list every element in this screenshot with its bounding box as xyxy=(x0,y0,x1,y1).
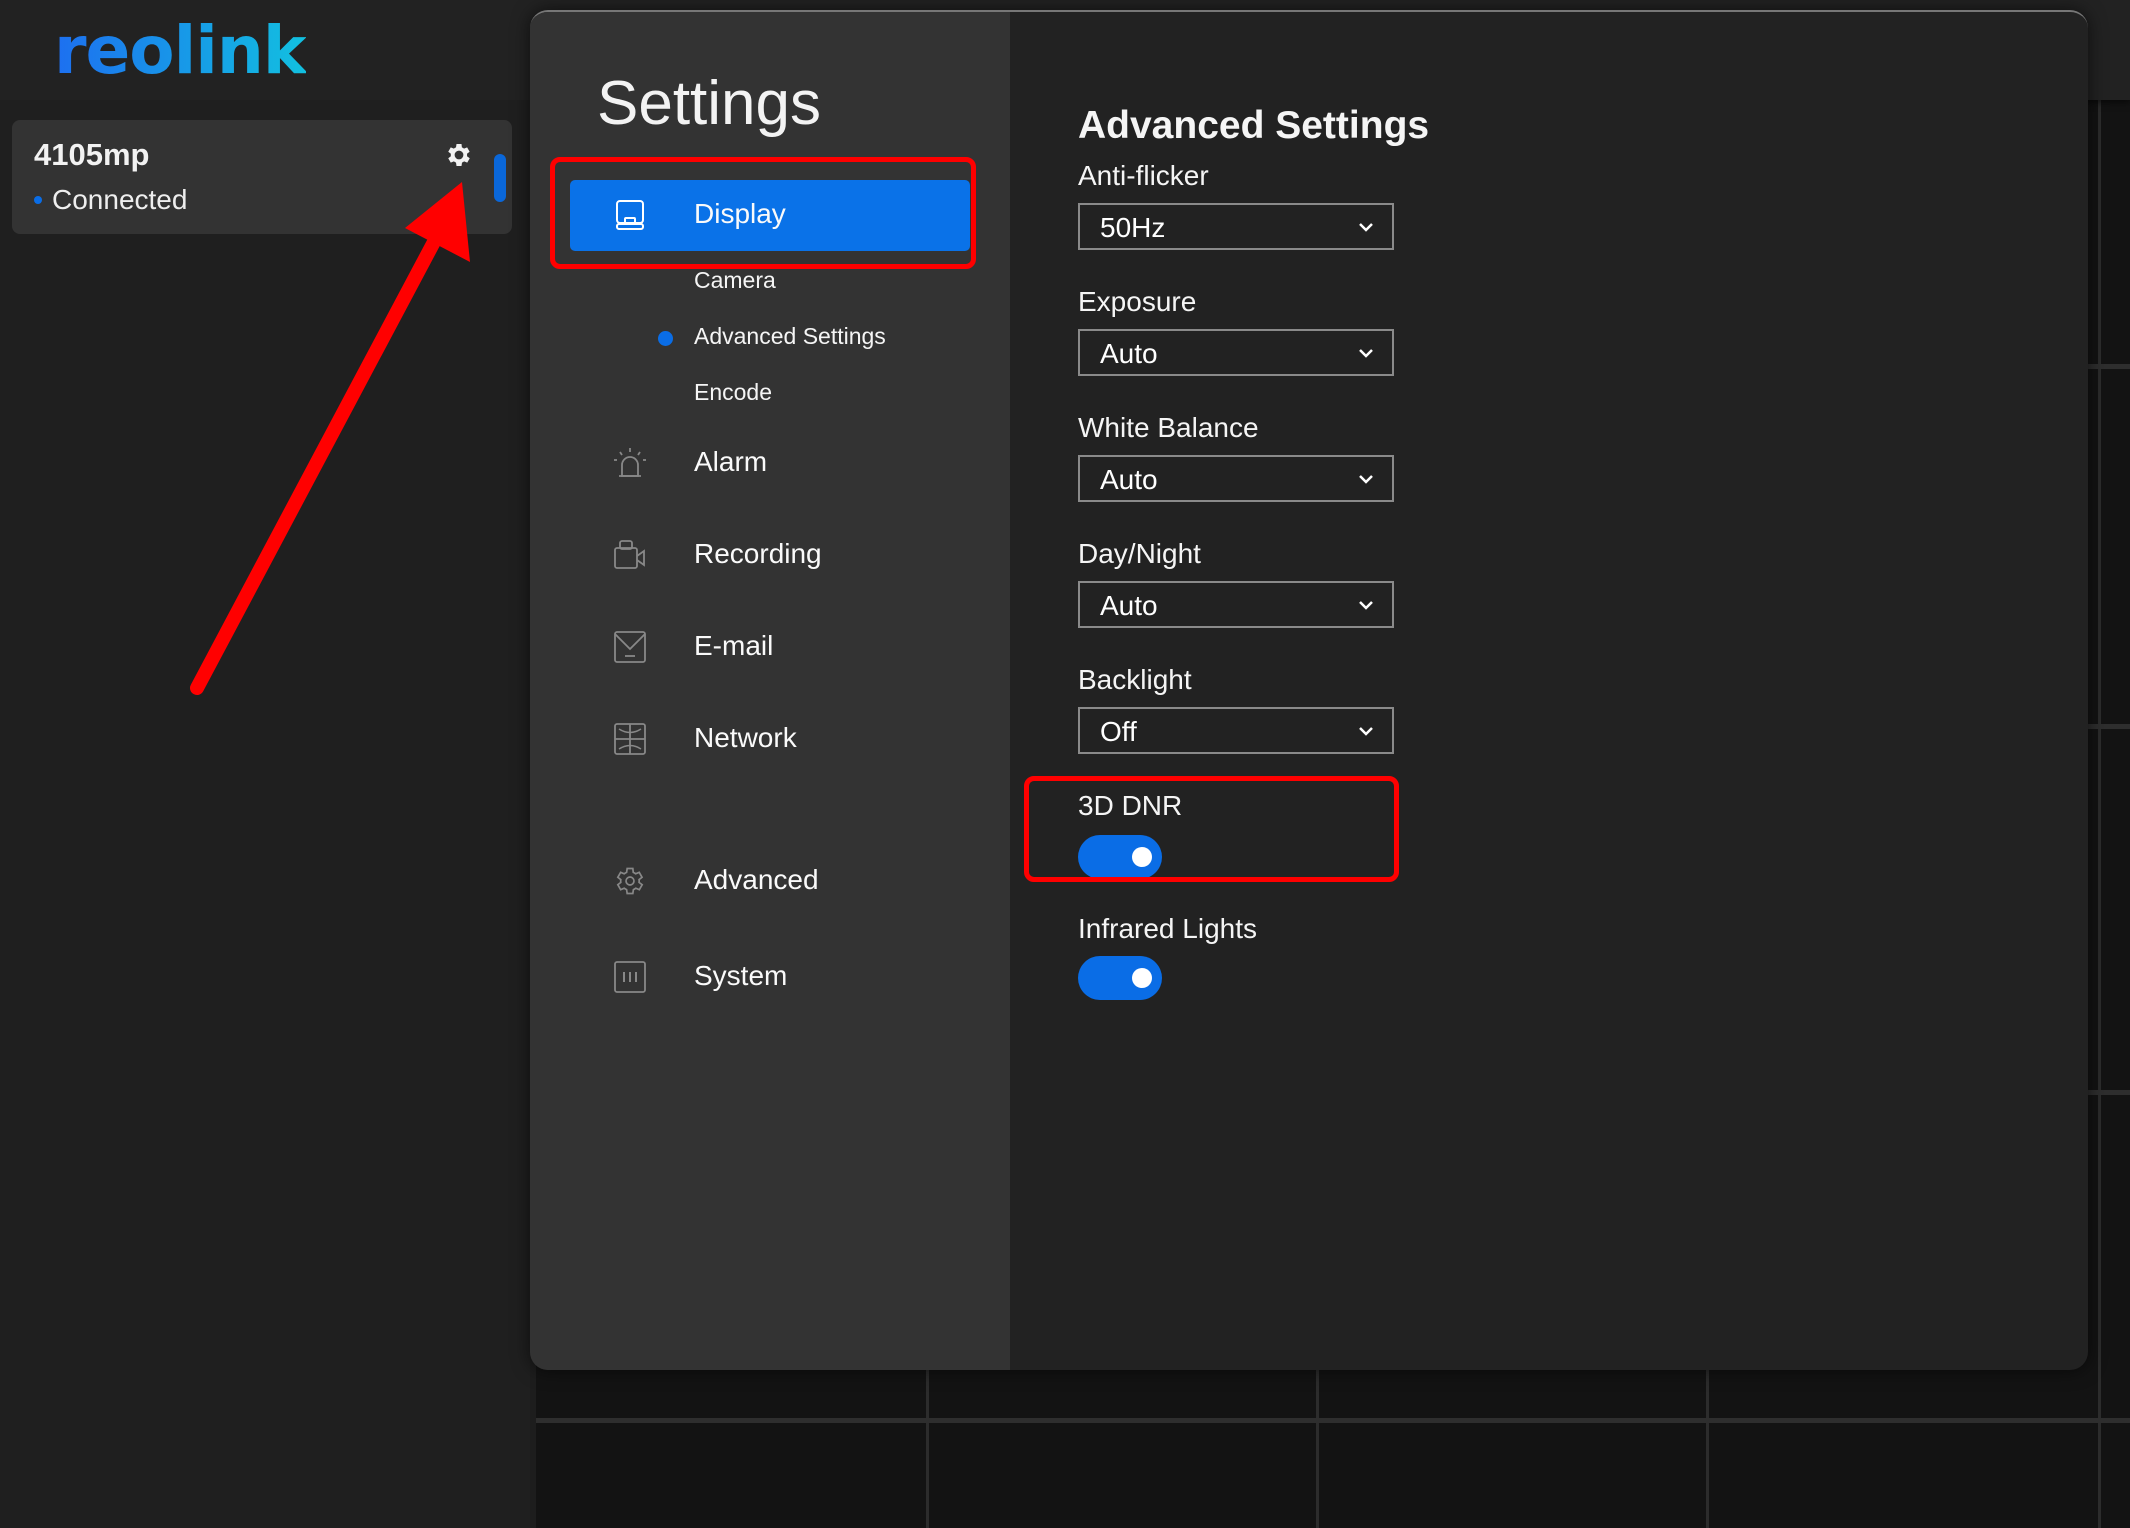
day-night-select[interactable]: Auto xyxy=(1078,581,1394,628)
white-balance-label: White Balance xyxy=(1078,412,1259,443)
chevron-down-icon xyxy=(1359,601,1373,610)
app-root: reolink 4105mp Connected Settings Displa… xyxy=(0,0,2130,1528)
nav-item-alarm[interactable]: Alarm xyxy=(570,428,970,499)
anti-flicker-select[interactable]: 50Hz xyxy=(1078,203,1394,250)
settings-modal: Settings Display Camera Advanced Setting… xyxy=(530,10,2088,1370)
device-list-scrollbar[interactable] xyxy=(494,154,506,202)
reolink-logo: reolink xyxy=(54,12,307,89)
infrared-lights-label: Infrared Lights xyxy=(1078,913,1257,944)
exposure-value: Auto xyxy=(1100,338,1158,369)
grid-line xyxy=(536,1418,2130,1423)
infrared-lights-toggle[interactable] xyxy=(1078,956,1162,1000)
nav-item-system[interactable]: System xyxy=(570,942,970,1013)
advanced-gear-icon xyxy=(616,867,644,895)
chevron-down-icon xyxy=(1359,727,1373,736)
exposure-select[interactable]: Auto xyxy=(1078,329,1394,376)
gear-icon xyxy=(448,144,470,166)
nav-item-recording[interactable]: Recording xyxy=(570,520,970,591)
device-name: 4105mp xyxy=(34,137,150,172)
settings-content: Advanced Settings Anti-flicker 50Hz Expo… xyxy=(1010,12,2088,1370)
backlight-value: Off xyxy=(1100,716,1137,747)
device-card[interactable]: 4105mp Connected xyxy=(12,120,512,234)
backlight-label: Backlight xyxy=(1078,664,1192,695)
nav-subitem-advanced-settings[interactable]: Advanced Settings xyxy=(694,323,886,350)
backlight-select[interactable]: Off xyxy=(1078,707,1394,754)
nav-subitem-camera[interactable]: Camera xyxy=(694,267,776,294)
grid-line xyxy=(2098,100,2101,1528)
white-balance-value: Auto xyxy=(1100,464,1158,495)
nav-label-advanced: Advanced xyxy=(694,864,819,895)
anti-flicker-label: Anti-flicker xyxy=(1078,160,1209,191)
day-night-label: Day/Night xyxy=(1078,538,1201,569)
device-status-text: Connected xyxy=(52,184,188,215)
email-envelope-icon xyxy=(614,631,646,663)
settings-nav: Settings Display Camera Advanced Setting… xyxy=(530,12,1010,1370)
display-icon xyxy=(616,200,644,230)
chevron-down-icon xyxy=(1359,475,1373,484)
nav-label-system: System xyxy=(694,960,788,991)
active-subitem-dot-icon xyxy=(658,331,673,346)
nav-label-display: Display xyxy=(694,198,786,229)
status-dot-icon xyxy=(34,196,42,204)
day-night-value: Auto xyxy=(1100,590,1158,621)
exposure-label: Exposure xyxy=(1078,286,1197,317)
nav-item-display[interactable]: Display xyxy=(570,180,970,251)
nav-subitem-encode[interactable]: Encode xyxy=(694,379,772,406)
nav-label-alarm: Alarm xyxy=(694,446,768,477)
network-icon xyxy=(614,723,646,755)
nav-label-network: Network xyxy=(694,722,797,753)
toggle-knob xyxy=(1132,968,1152,988)
settings-title: Settings xyxy=(597,69,822,138)
nav-label-recording: Recording xyxy=(694,538,822,569)
alarm-bell-icon xyxy=(614,448,646,477)
nav-item-network[interactable]: Network xyxy=(570,704,970,775)
nav-label-email: E-mail xyxy=(694,630,774,661)
white-balance-select[interactable]: Auto xyxy=(1078,455,1394,502)
content-title: Advanced Settings xyxy=(1078,104,1430,147)
device-settings-button[interactable] xyxy=(444,140,474,170)
3d-dnr-toggle[interactable] xyxy=(1078,835,1162,879)
device-status: Connected xyxy=(34,184,187,216)
system-sliders-icon xyxy=(614,961,646,993)
recording-camera-icon xyxy=(614,540,645,569)
nav-item-email[interactable]: E-mail xyxy=(570,612,970,683)
chevron-down-icon xyxy=(1359,223,1373,232)
3d-dnr-label: 3D DNR xyxy=(1078,790,1183,821)
toggle-knob xyxy=(1132,847,1152,867)
chevron-down-icon xyxy=(1359,349,1373,358)
nav-item-advanced[interactable]: Advanced xyxy=(570,846,970,917)
anti-flicker-value: 50Hz xyxy=(1100,212,1166,243)
device-sidebar xyxy=(0,100,530,1528)
